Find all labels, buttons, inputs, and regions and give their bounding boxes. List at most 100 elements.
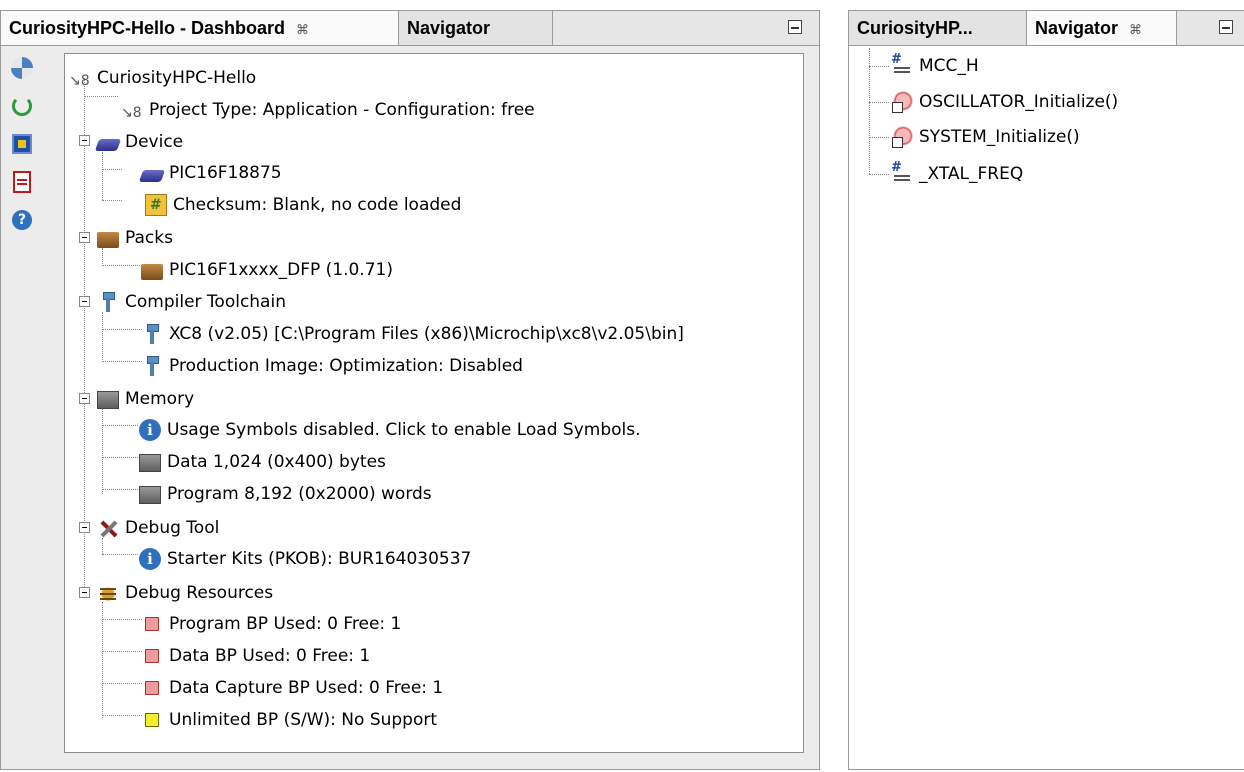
- tab-dashboard[interactable]: CuriosityHPC-Hello - Dashboard ⌘: [1, 11, 399, 45]
- tab-close-icon[interactable]: ⌘: [296, 22, 309, 37]
- help-button[interactable]: ?: [7, 205, 37, 235]
- tree-group-memory[interactable]: Memory: [97, 385, 194, 413]
- compiler-collapse-icon[interactable]: [79, 296, 90, 307]
- tree-item-pack[interactable]: PIC16F1xxxx_DFP (1.0.71): [141, 256, 393, 284]
- device-label: Device: [125, 132, 184, 152]
- tree-item-compiler[interactable]: XC8 (v2.05) [C:\Program Files (x86)\Micr…: [141, 320, 684, 348]
- navigator-item-system-init[interactable]: SYSTEM_Initialize(): [891, 123, 1080, 151]
- tree-item-data-bp[interactable]: Data BP Used: 0 Free: 1: [141, 642, 370, 670]
- debug-tool-icon: [97, 517, 119, 539]
- tree-item-device[interactable]: PIC16F18875: [138, 159, 282, 187]
- pdf-button[interactable]: [7, 167, 37, 197]
- tree-item-starter-kit[interactable]: i Starter Kits (PKOB): BUR164030537: [139, 545, 471, 573]
- project-icon: ↘8: [69, 73, 90, 89]
- checksum-label: Checksum: Blank, no code loaded: [173, 195, 462, 215]
- project-icon: ↘8: [121, 105, 142, 121]
- toolchain-icon: [141, 323, 163, 345]
- program-memory-label: Program 8,192 (0x2000) words: [167, 484, 432, 504]
- tree-root[interactable]: ↘8 CuriosityHPC-Hello: [69, 64, 256, 92]
- breakpoint-yellow-icon: [145, 713, 159, 727]
- navigator-item-oscillator-init[interactable]: OSCILLATOR_Initialize(): [891, 88, 1118, 116]
- tree-item-production-image[interactable]: Production Image: Optimization: Disabled: [141, 352, 523, 380]
- chip-icon: [138, 169, 166, 182]
- toolchain-icon: [97, 291, 119, 313]
- project-type-label: Project Type: Application - Configuratio…: [149, 100, 535, 120]
- breakpoint-red-icon: [145, 649, 159, 663]
- tree-group-packs[interactable]: Packs: [97, 224, 173, 252]
- checksum-icon: [145, 191, 167, 219]
- memory-icon: [97, 391, 119, 409]
- unlimited-bp-label: Unlimited BP (S/W): No Support: [169, 710, 438, 730]
- dashboard-panel: CuriosityHPC-Hello - Dashboard ⌘ Navigat…: [0, 10, 820, 770]
- tree-group-debug-resources[interactable]: Debug Resources: [97, 579, 273, 607]
- settings-button[interactable]: [7, 53, 37, 83]
- compiler-label: Compiler Toolchain: [125, 292, 286, 312]
- tree-item-checksum[interactable]: Checksum: Blank, no code loaded: [145, 191, 461, 219]
- chip-icon: [94, 138, 122, 151]
- data-capture-bp-label: Data Capture BP Used: 0 Free: 1: [169, 678, 444, 698]
- tab-curiosity-label: CuriosityHP...: [857, 18, 973, 38]
- memory-icon: [139, 454, 161, 472]
- package-icon: [141, 263, 163, 280]
- tree-item-program-memory[interactable]: Program 8,192 (0x2000) words: [139, 480, 432, 508]
- xtal-freq-label: _XTAL_FREQ: [919, 164, 1024, 184]
- help-icon: ?: [12, 210, 32, 230]
- tree-root-label: CuriosityHPC-Hello: [97, 68, 257, 88]
- tree-item-data-memory[interactable]: Data 1,024 (0x400) bytes: [139, 448, 386, 476]
- refresh-button[interactable]: [7, 91, 37, 121]
- tab-navigator-label: Navigator: [407, 18, 491, 38]
- tab-close-icon[interactable]: ⌘: [1129, 22, 1142, 37]
- tree-group-debug-tool[interactable]: Debug Tool: [97, 514, 219, 542]
- compiler-path-label: XC8 (v2.05) [C:\Program Files (x86)\Micr…: [169, 324, 684, 344]
- tree-item-project-type[interactable]: ↘8 Project Type: Application - Configura…: [121, 96, 535, 124]
- packs-label: Packs: [125, 228, 173, 248]
- debug-tool-collapse-icon[interactable]: [79, 522, 90, 533]
- tab-dashboard-label: CuriosityHPC-Hello - Dashboard: [9, 18, 286, 38]
- tab-navigator-active[interactable]: Navigator ⌘: [1027, 11, 1177, 45]
- info-icon: i: [139, 548, 161, 570]
- settings-icon: [11, 57, 33, 79]
- tree-item-data-capture-bp[interactable]: Data Capture BP Used: 0 Free: 1: [141, 674, 443, 702]
- package-icon: [97, 231, 119, 248]
- navigator-item-mcc-h[interactable]: # MCC_H: [891, 52, 979, 80]
- breakpoint-red-icon: [145, 681, 159, 695]
- tree-group-compiler[interactable]: Compiler Toolchain: [97, 288, 286, 316]
- device-collapse-icon[interactable]: [79, 135, 90, 146]
- tree-item-usage-symbols[interactable]: i Usage Symbols disabled. Click to enabl…: [139, 416, 641, 444]
- memory-collapse-icon[interactable]: [79, 393, 90, 404]
- debug-tool-label: Debug Tool: [125, 518, 220, 538]
- breakpoint-red-icon: [145, 617, 159, 631]
- chip-button[interactable]: [7, 129, 37, 159]
- pack-label: PIC16F1xxxx_DFP (1.0.71): [169, 260, 393, 280]
- system-init-label: SYSTEM_Initialize(): [919, 127, 1080, 147]
- packs-collapse-icon[interactable]: [79, 232, 90, 243]
- minimize-icon[interactable]: [788, 20, 802, 34]
- navigator-tabbar: CuriosityHP... Navigator ⌘: [849, 11, 1244, 46]
- tree-group-device[interactable]: Device: [94, 128, 184, 156]
- tree-item-unlimited-bp[interactable]: Unlimited BP (S/W): No Support: [141, 706, 437, 734]
- oscillator-init-label: OSCILLATOR_Initialize(): [919, 92, 1119, 112]
- usage-symbols-label: Usage Symbols disabled. Click to enable …: [167, 420, 641, 440]
- starter-kit-label: Starter Kits (PKOB): BUR164030537: [167, 549, 472, 569]
- navigator-item-xtal-freq[interactable]: # _XTAL_FREQ: [891, 160, 1023, 188]
- function-icon: [891, 91, 913, 113]
- program-bp-label: Program BP Used: 0 Free: 1: [169, 614, 402, 634]
- function-icon: [891, 126, 913, 148]
- refresh-icon: [12, 96, 32, 116]
- data-bp-label: Data BP Used: 0 Free: 1: [169, 646, 371, 666]
- dashboard-tabbar: CuriosityHPC-Hello - Dashboard ⌘ Navigat…: [1, 11, 819, 46]
- mcc-h-label: MCC_H: [919, 56, 979, 76]
- debug-resources-collapse-icon[interactable]: [79, 587, 90, 598]
- dashboard-tree: ↘8 CuriosityHPC-Hello ↘8 Project Type: A…: [64, 53, 804, 753]
- tab-navigator[interactable]: Navigator: [399, 11, 553, 45]
- debug-resources-label: Debug Resources: [125, 583, 274, 603]
- tab-curiosity[interactable]: CuriosityHP...: [849, 11, 1027, 45]
- macro-icon: #: [891, 161, 913, 185]
- tab-navigator-active-label: Navigator: [1035, 18, 1119, 38]
- navigator-list: # MCC_H OSCILLATOR_Initialize() SYSTEM_I…: [849, 46, 1244, 769]
- chip-icon: [12, 134, 32, 154]
- tree-item-program-bp[interactable]: Program BP Used: 0 Free: 1: [141, 610, 401, 638]
- minimize-icon[interactable]: [1219, 20, 1233, 34]
- memory-icon: [139, 486, 161, 504]
- bug-icon: [97, 582, 119, 604]
